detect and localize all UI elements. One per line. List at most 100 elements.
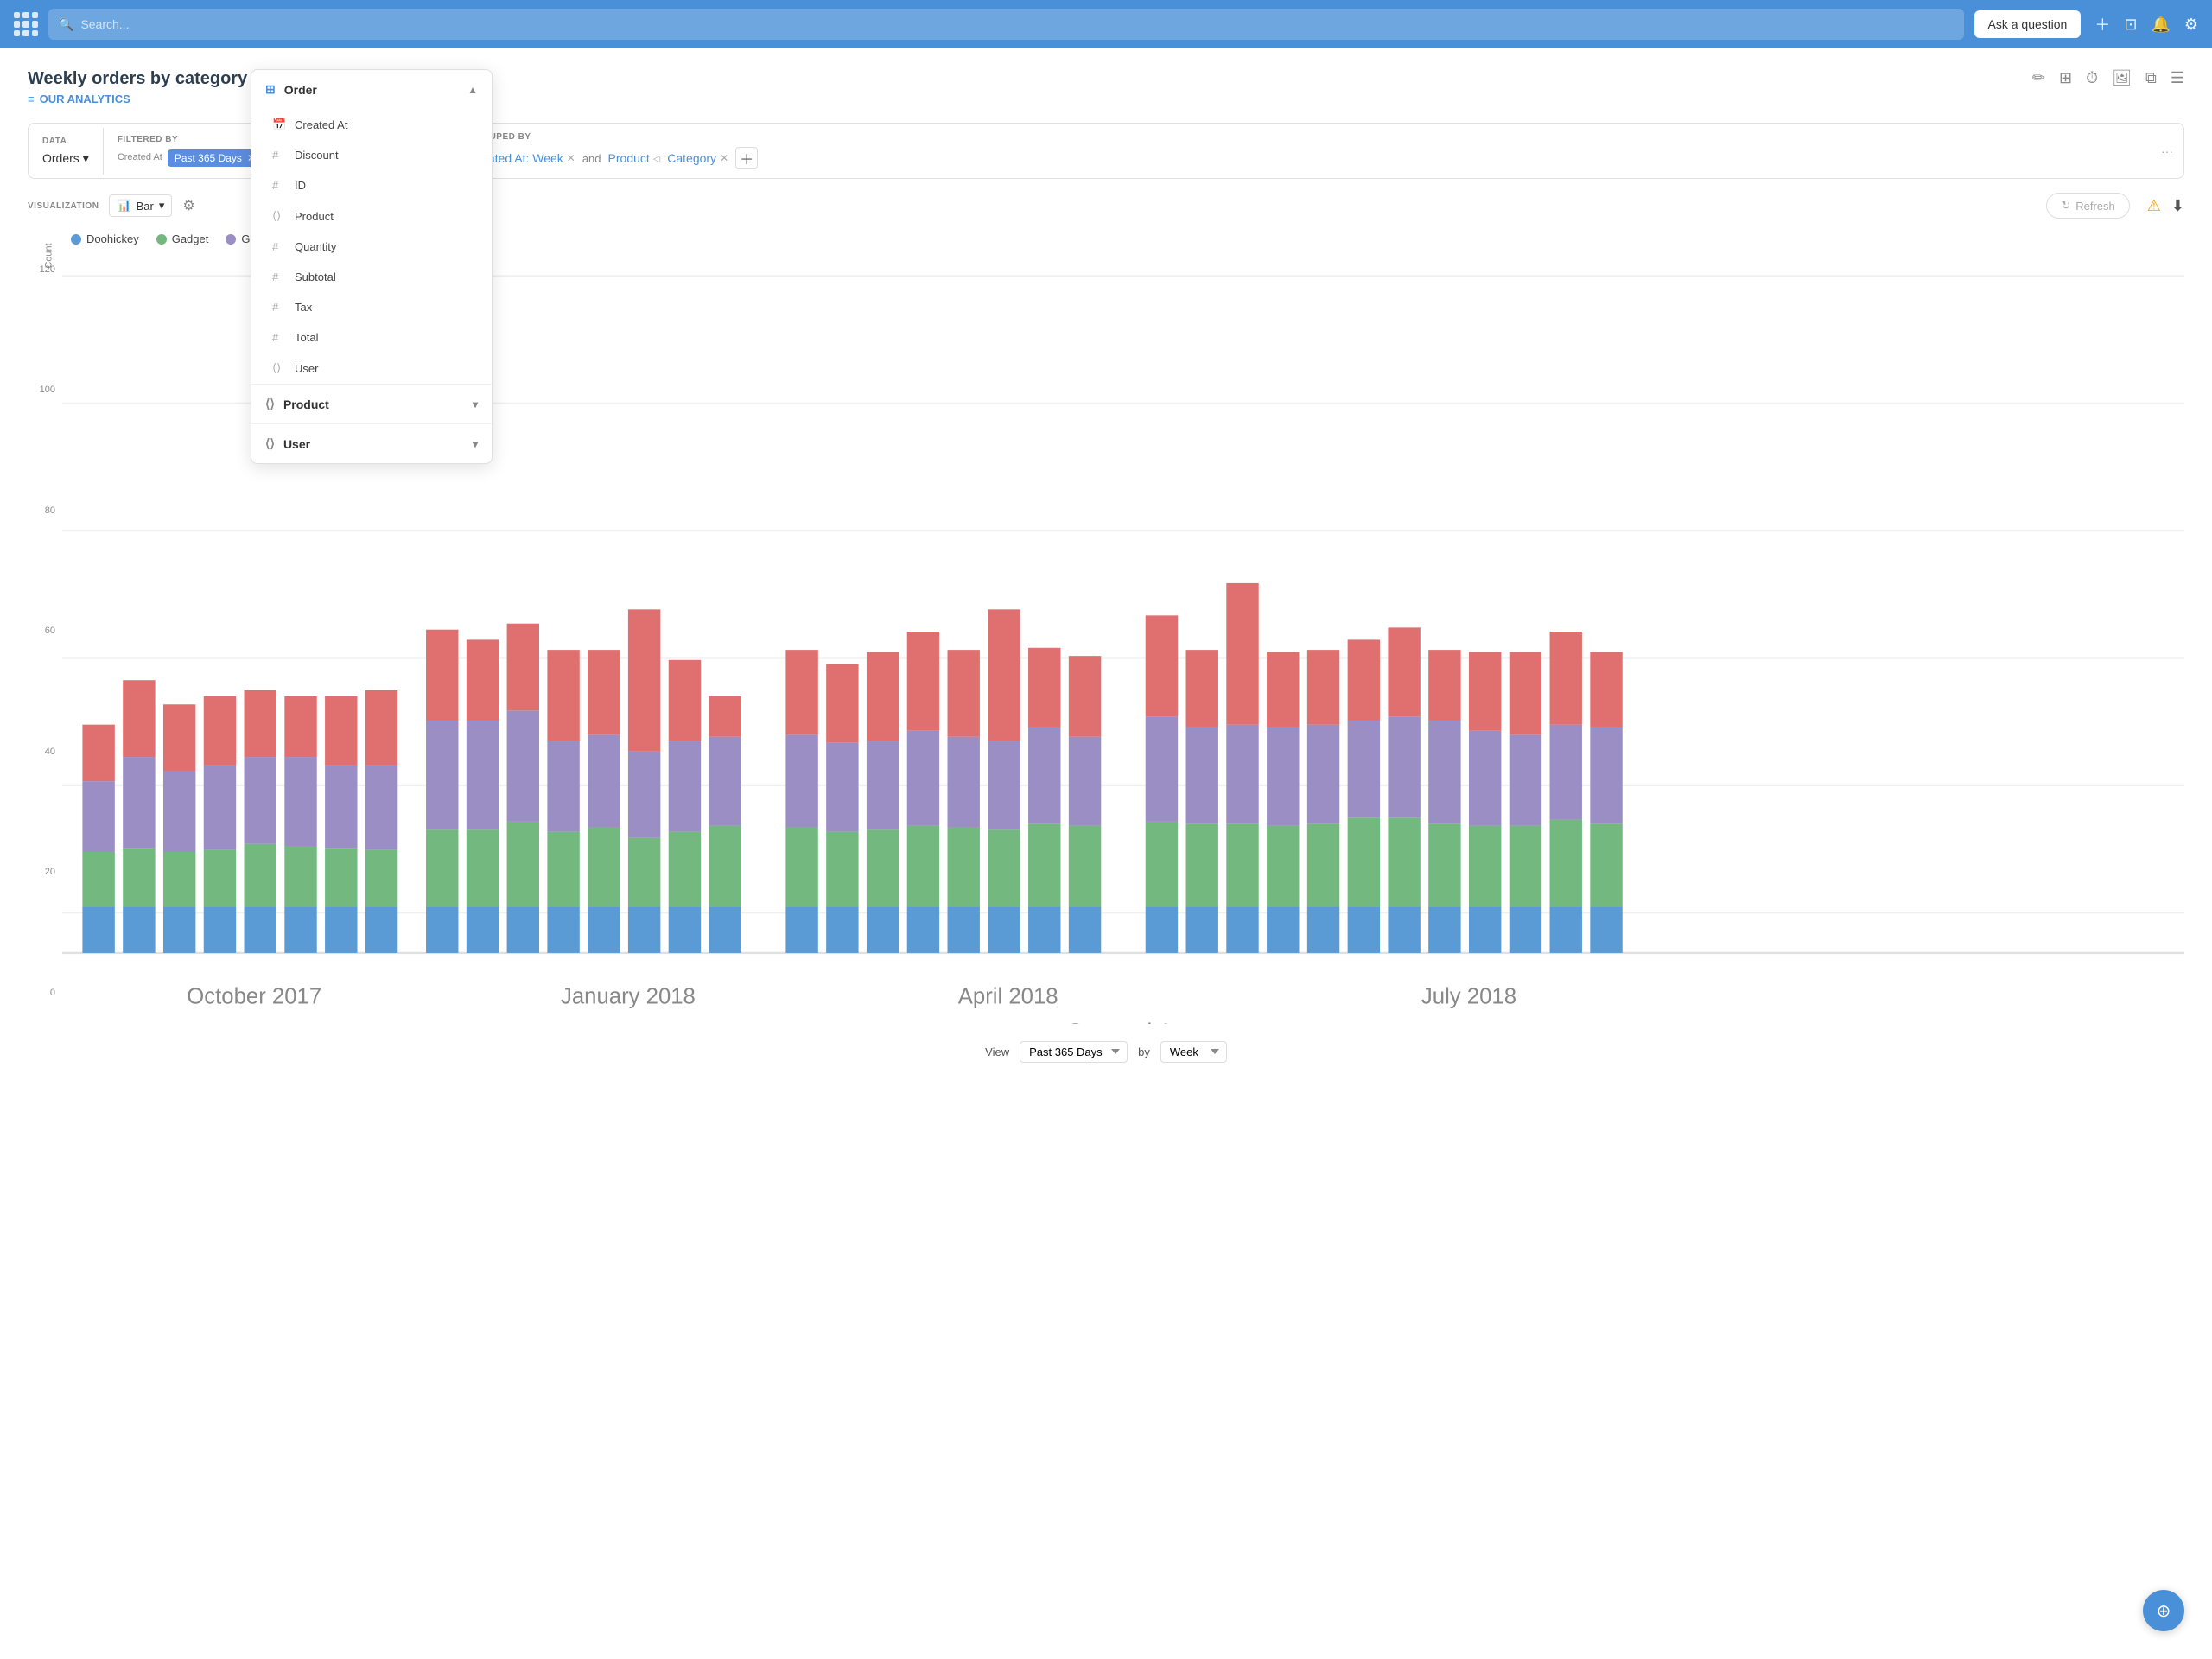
chevron-down-icon: ▾ xyxy=(83,151,89,166)
main-content: Weekly orders by category for the past y… xyxy=(0,48,2212,1659)
field-subtotal[interactable]: # Subtotal xyxy=(251,262,492,292)
period-select[interactable]: Past 365 Days Past 30 Days Past 7 Days xyxy=(1020,1041,1128,1063)
subtitle-stack-icon: ≡ xyxy=(28,92,35,105)
viz-chevron-icon: ▾ xyxy=(159,199,165,213)
gizmo-color xyxy=(226,234,236,245)
group-tag-category[interactable]: Category ✕ xyxy=(667,151,728,165)
refresh-icon: ↻ xyxy=(2061,199,2070,213)
image-icon[interactable]: 🖼 xyxy=(2112,69,2132,87)
add-icon[interactable]: ＋ xyxy=(2094,13,2110,35)
field-user[interactable]: ⟨⟩ User xyxy=(251,353,492,384)
user-section: ⟨⟩ User ▾ xyxy=(251,424,492,463)
by-select[interactable]: Week Month Day xyxy=(1160,1041,1227,1063)
top-navigation: 🔍 Ask a question ＋ ⊡ 🔔 ⚙ xyxy=(0,0,2212,48)
bar-chart-icon: 📊 xyxy=(117,199,130,213)
calendar-icon: 📅 xyxy=(272,118,286,131)
compass-button[interactable]: ⊕ xyxy=(2143,1590,2184,1631)
view-label: View xyxy=(985,1046,1009,1058)
user-chevron-down-icon: ▾ xyxy=(473,438,478,450)
bookmark-icon[interactable]: ⊡ xyxy=(2124,16,2137,34)
hash-icon-5: # xyxy=(272,301,286,314)
hash-icon-6: # xyxy=(272,331,286,344)
field-picker-dropdown: ⊞ Order ▲ 📅 Created At # Discount # ID xyxy=(251,69,493,464)
toolbar-more-button[interactable]: ··· xyxy=(2151,136,2183,167)
filtered-by-label: FILTERED BY xyxy=(118,135,263,144)
add-group-button[interactable]: ＋ xyxy=(735,147,758,169)
search-input[interactable] xyxy=(80,17,1953,31)
chevron-right-icon: ◁ xyxy=(653,153,660,164)
orders-dropdown[interactable]: Orders ▾ xyxy=(42,151,89,166)
field-id[interactable]: # ID xyxy=(251,170,492,200)
edit-icon[interactable]: ✏ xyxy=(2032,69,2045,87)
legend-gadget: Gadget xyxy=(156,232,209,245)
user-link-icon: ⟨⟩ xyxy=(265,436,275,451)
expand-icon[interactable]: ⊞ xyxy=(2059,69,2072,87)
order-title: Order xyxy=(284,83,317,97)
doohickey-label: Doohickey xyxy=(86,232,139,245)
filter-name: Created At xyxy=(118,152,162,162)
svg-text:January 2018: January 2018 xyxy=(561,984,696,1008)
history-icon[interactable]: ⏱ xyxy=(2086,69,2098,87)
order-section: ⊞ Order ▲ 📅 Created At # Discount # ID xyxy=(251,70,492,385)
data-label: DATA xyxy=(42,137,89,146)
remove-created-at-icon[interactable]: ✕ xyxy=(567,152,575,164)
field-quantity[interactable]: # Quantity xyxy=(251,232,492,262)
app-logo[interactable] xyxy=(14,12,38,36)
doohickey-color xyxy=(71,234,81,245)
group-tag-product[interactable]: Product ◁ xyxy=(608,151,661,165)
visualization-settings-icon[interactable]: ⚙ xyxy=(182,197,194,214)
product-section-header[interactable]: ⟨⟩ Product ▾ xyxy=(251,385,492,423)
filter-tag[interactable]: Past 365 Days ✕ xyxy=(168,149,263,167)
product-title: Product xyxy=(283,397,329,411)
header-icons: ✏ ⊞ ⏱ 🖼 ⧉ ☰ xyxy=(2032,69,2184,87)
topnav-right: Ask a question ＋ ⊡ 🔔 ⚙ xyxy=(1974,10,2199,38)
gadget-label: Gadget xyxy=(172,232,209,245)
download-icon[interactable]: ⬇ xyxy=(2171,197,2184,215)
field-discount[interactable]: # Discount xyxy=(251,140,492,170)
legend-doohickey: Doohickey xyxy=(71,232,139,245)
grouped-value: Created At: Week ✕ and Product ◁ Categor… xyxy=(468,147,2137,169)
grouped-tags: Created At: Week ✕ and Product ◁ Categor… xyxy=(468,147,2137,169)
y-axis-label: Count xyxy=(44,243,54,268)
data-value: Orders ▾ xyxy=(42,151,89,166)
filter-value: Created At Past 365 Days ✕ xyxy=(118,149,263,167)
grouped-by-section: GROUPED BY Created At: Week ✕ and Produc… xyxy=(454,124,2151,178)
bottom-view-controls: View Past 365 Days Past 30 Days Past 7 D… xyxy=(28,1041,2184,1063)
hash-icon-2: # xyxy=(272,179,286,192)
settings-icon[interactable]: ⚙ xyxy=(2184,16,2198,34)
refresh-button[interactable]: ↻ Refresh xyxy=(2046,193,2129,219)
user-section-header[interactable]: ⟨⟩ User ▾ xyxy=(251,424,492,463)
svg-text:October 2017: October 2017 xyxy=(187,984,321,1008)
svg-text:Created At: Created At xyxy=(1066,1019,1181,1024)
hash-icon-3: # xyxy=(272,240,286,253)
user-title: User xyxy=(283,437,310,451)
field-total[interactable]: # Total xyxy=(251,322,492,353)
field-product[interactable]: ⟨⟩ Product xyxy=(251,200,492,232)
menu-icon[interactable]: ☰ xyxy=(2171,69,2184,87)
y-axis: 120 100 80 60 40 20 0 xyxy=(28,256,62,1024)
data-section: DATA Orders ▾ xyxy=(29,128,104,175)
hash-icon: # xyxy=(272,149,286,162)
by-label: by xyxy=(1138,1046,1150,1058)
visualization-type-selector[interactable]: 📊 Bar ▾ xyxy=(109,194,172,217)
field-tax[interactable]: # Tax xyxy=(251,292,492,322)
compass-icon: ⊕ xyxy=(2157,1600,2171,1622)
product-link-icon: ⟨⟩ xyxy=(265,397,275,411)
svg-text:April 2018: April 2018 xyxy=(958,984,1058,1008)
hash-icon-4: # xyxy=(272,270,286,283)
layers-icon[interactable]: ⧉ xyxy=(2145,69,2157,87)
search-icon: 🔍 xyxy=(59,17,73,32)
visualization-label: VISUALIZATION xyxy=(28,201,99,211)
bell-icon[interactable]: 🔔 xyxy=(2151,16,2170,34)
remove-category-icon[interactable]: ✕ xyxy=(720,152,728,164)
and-text: and xyxy=(582,152,601,165)
ask-question-button[interactable]: Ask a question xyxy=(1974,10,2082,38)
order-section-header[interactable]: ⊞ Order ▲ xyxy=(251,70,492,109)
search-bar[interactable]: 🔍 xyxy=(48,9,1964,40)
field-created-at[interactable]: 📅 Created At xyxy=(251,109,492,140)
grouped-by-label: GROUPED BY xyxy=(468,132,2137,142)
order-items: 📅 Created At # Discount # ID ⟨⟩ Product … xyxy=(251,109,492,384)
link-icon-2: ⟨⟩ xyxy=(272,361,286,375)
link-icon: ⟨⟩ xyxy=(272,209,286,223)
svg-text:July 2018: July 2018 xyxy=(1421,984,1516,1008)
